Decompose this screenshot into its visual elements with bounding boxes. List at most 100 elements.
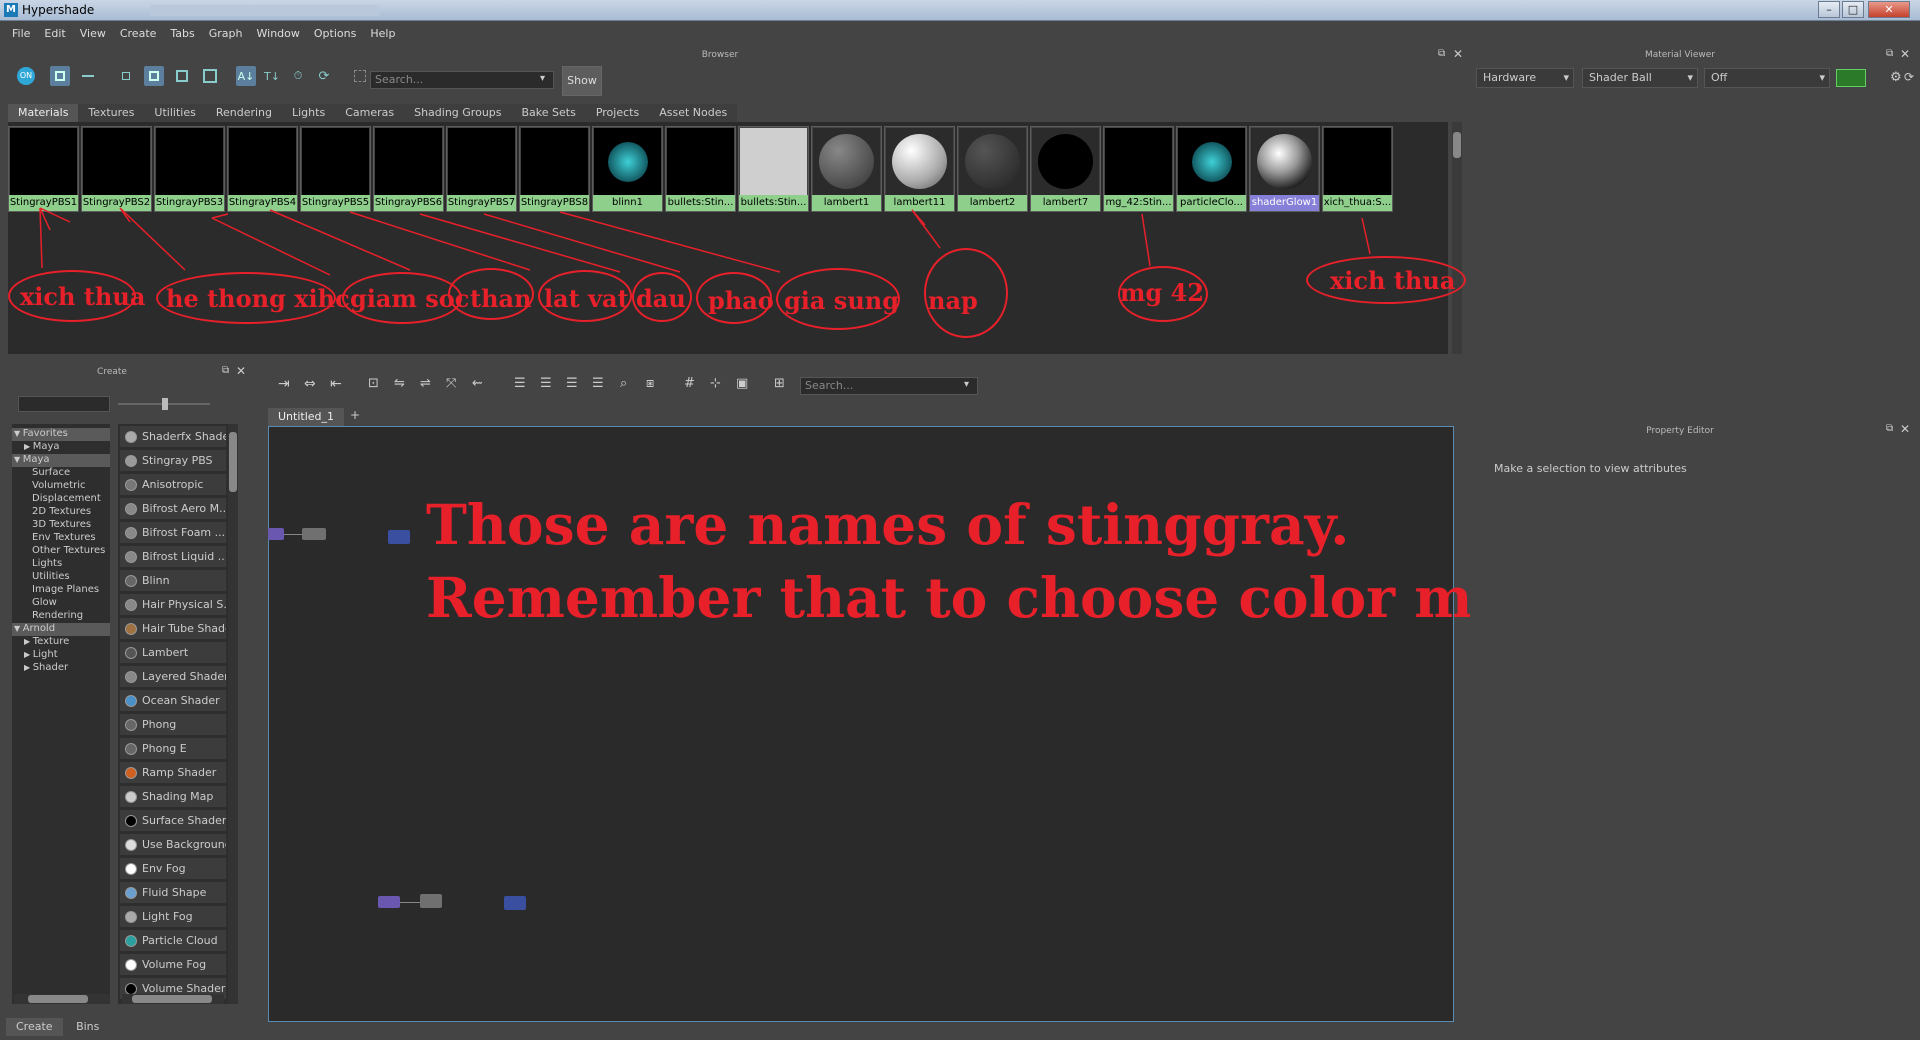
material-swatch[interactable]: lambert1 [811,126,882,212]
toggle-on-icon[interactable]: ON [16,66,36,86]
icon-size-slider-handle[interactable] [162,398,168,410]
tab-lights[interactable]: Lights [282,104,336,122]
expand-arrow-icon[interactable]: ▼ [14,429,23,438]
float-panel-icon[interactable]: ⧉ [1886,423,1893,434]
tab-shading-groups[interactable]: Shading Groups [404,104,512,122]
material-swatch[interactable]: StingrayPBS7 [446,126,517,212]
create-node-item[interactable]: Fluid Shape [120,882,226,904]
menu-options[interactable]: Options [314,27,356,40]
graph-search-dropdown-icon[interactable]: ▾ [964,379,969,390]
menu-file[interactable]: File [12,27,30,40]
maximize-button[interactable]: □ [1842,1,1864,18]
create-node-item[interactable]: Bifrost Foam ... [120,522,226,544]
tree-item[interactable]: ▼ Maya [12,454,110,467]
tree-item[interactable]: Rendering [12,610,83,623]
tree-item[interactable]: Glow [12,597,57,610]
float-panel-icon[interactable]: ⧉ [1886,48,1893,59]
bookmark-icon[interactable]: ⊞ [774,376,785,391]
sort-name-icon[interactable]: A↓ [236,66,256,86]
material-swatch[interactable]: StingrayPBS8 [519,126,590,212]
create-node-item[interactable]: Particle Cloud [120,930,226,952]
create-node-item[interactable]: Light Fog [120,906,226,928]
snap-grid-icon[interactable]: ⊹ [710,376,721,391]
custom-view-icon[interactable]: ☰ [592,376,604,391]
graph-tab-untitled[interactable]: Untitled_1 [268,408,344,426]
tab-utilities[interactable]: Utilities [144,104,206,122]
graph-materials-icon[interactable]: ⧆ [646,376,654,391]
tree-item[interactable]: Displacement [12,493,101,506]
large-icons-icon[interactable] [172,66,192,86]
graph-node[interactable] [420,894,442,908]
tree-h-scroll-thumb[interactable] [28,995,88,1003]
tree-item[interactable]: Other Textures [12,545,105,558]
tab-materials[interactable]: Materials [8,104,79,122]
create-node-item[interactable]: Volume Fog [120,954,226,976]
close-panel-icon[interactable]: ✕ [1900,422,1910,436]
graph-node[interactable] [504,896,526,910]
create-node-item[interactable]: Hair Physical S... [120,594,226,616]
search-dropdown-icon[interactable]: ▾ [540,73,545,84]
float-panel-icon[interactable]: ⧉ [222,365,229,376]
browser-scrollbar[interactable] [1452,122,1462,354]
tree-item[interactable]: ▶ Shader [12,662,68,675]
material-swatch[interactable]: blinn1 [592,126,663,212]
tab-bake-sets[interactable]: Bake Sets [511,104,586,122]
minimize-button[interactable]: – [1818,1,1840,18]
tree-item[interactable]: ▶ Maya [12,441,60,454]
filter-icon[interactable] [350,66,370,86]
sort-time-icon[interactable]: ⏱ [288,66,308,86]
graph-node[interactable] [302,528,326,540]
io-connections-icon[interactable]: ⇔ [304,376,316,392]
xlarge-icons-icon[interactable] [200,66,220,86]
tab-create[interactable]: Create [6,1018,63,1036]
material-swatch[interactable]: StingrayPBS6 [373,126,444,212]
menu-help[interactable]: Help [370,27,395,40]
material-swatch[interactable]: StingrayPBS2 [81,126,152,212]
create-node-item[interactable]: Bifrost Liquid ... [120,546,226,568]
material-swatch[interactable]: bullets:Stin... [665,126,736,212]
graph-node[interactable] [378,896,400,908]
tree-item[interactable]: ▶ Texture [12,636,69,649]
remove-node-icon[interactable]: ⇜ [472,376,483,391]
tree-item[interactable]: ▼ Favorites [12,428,110,441]
search-icon[interactable]: ⌕ [620,376,627,391]
material-swatch[interactable]: StingrayPBS5 [300,126,371,212]
float-panel-icon[interactable]: ⧉ [1438,48,1445,59]
material-swatch[interactable]: particleClo... [1176,126,1247,212]
medium-icons-icon[interactable] [144,66,164,86]
tab-rendering[interactable]: Rendering [205,104,282,122]
tree-item[interactable]: Utilities [12,571,70,584]
material-swatch[interactable]: lambert7 [1030,126,1101,212]
tab-cameras[interactable]: Cameras [335,104,405,122]
full-view-icon[interactable]: ☰ [566,376,578,391]
menu-graph[interactable]: Graph [209,27,243,40]
renderer-dropdown[interactable]: Hardware [1476,68,1574,88]
tree-item[interactable]: 3D Textures [12,519,91,532]
tree-item[interactable]: Lights [12,558,62,571]
menu-edit[interactable]: Edit [44,27,65,40]
create-node-item[interactable]: Shading Map [120,786,226,808]
refresh-icon[interactable]: ⟳ [314,66,334,86]
menu-tabs[interactable]: Tabs [170,27,194,40]
node-list-scroll-thumb[interactable] [229,432,237,492]
frame-all-icon[interactable]: ⊡ [368,376,379,391]
tree-item[interactable]: Env Textures [12,532,96,545]
tab-projects[interactable]: Projects [585,104,650,122]
graph-node[interactable] [268,528,284,540]
list-h-scrollbar[interactable] [122,994,224,1004]
tab-textures[interactable]: Textures [78,104,145,122]
menu-view[interactable]: View [80,27,106,40]
create-node-item[interactable]: Blinn [120,570,226,592]
tree-item[interactable]: Volumetric [12,480,86,493]
create-node-item[interactable]: Shaderfx Shader [120,426,226,448]
shape-dropdown[interactable]: Shader Ball [1582,68,1698,88]
input-connections-icon[interactable]: ⇥ [278,376,290,392]
graph-node[interactable] [388,530,410,544]
create-node-item[interactable]: Layered Shader [120,666,226,688]
environment-dropdown[interactable]: Off [1704,68,1830,88]
tree-h-scrollbar[interactable] [14,994,110,1004]
tab-asset-nodes[interactable]: Asset Nodes [649,104,738,122]
menu-window[interactable]: Window [257,27,300,40]
create-node-item[interactable]: Anisotropic [120,474,226,496]
menu-create[interactable]: Create [120,27,157,40]
